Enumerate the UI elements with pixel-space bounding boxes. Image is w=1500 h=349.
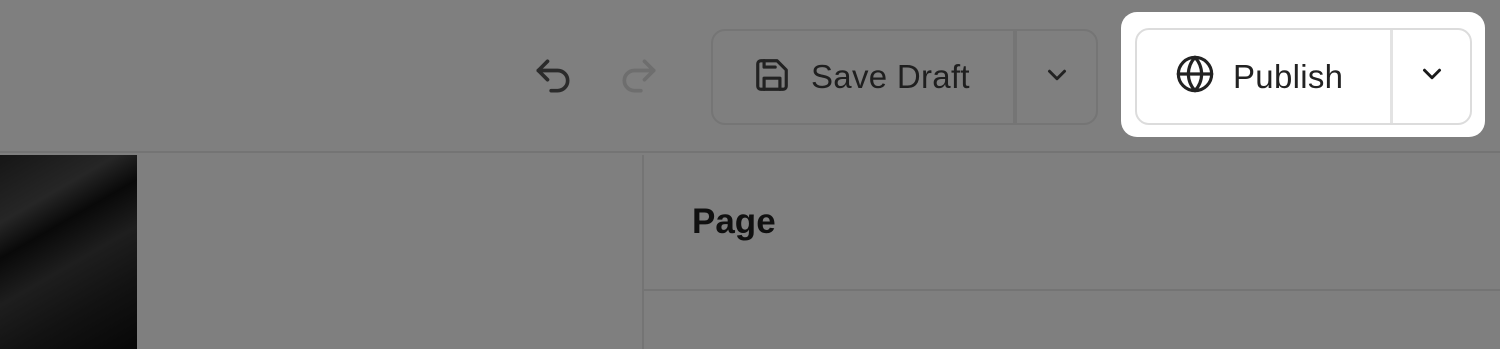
globe-icon xyxy=(1175,54,1215,99)
panel-divider xyxy=(644,289,1500,291)
publish-label: Publish xyxy=(1233,57,1344,95)
publish-button[interactable]: Publish xyxy=(1137,30,1393,123)
save-draft-menu-button[interactable] xyxy=(1017,31,1096,123)
publish-menu-button[interactable] xyxy=(1393,30,1470,123)
chevron-down-icon xyxy=(1042,60,1072,95)
save-draft-split-button: Save Draft xyxy=(711,29,1098,125)
save-icon xyxy=(753,56,791,99)
top-toolbar: Save Draft Publish xyxy=(0,0,1500,153)
editor-window: Save Draft Publish Page xyxy=(0,0,1500,349)
image-thumbnail[interactable] xyxy=(0,155,137,349)
publish-split-button: Publish xyxy=(1135,28,1472,125)
undo-icon xyxy=(531,54,575,98)
settings-panel: Page xyxy=(642,155,1500,349)
panel-title: Page xyxy=(692,202,776,241)
save-draft-label: Save Draft xyxy=(811,58,970,95)
redo-button[interactable] xyxy=(613,50,665,102)
save-draft-button[interactable]: Save Draft xyxy=(713,31,1017,123)
undo-button[interactable] xyxy=(527,50,579,102)
chevron-down-icon xyxy=(1417,59,1447,94)
redo-icon xyxy=(617,54,661,98)
